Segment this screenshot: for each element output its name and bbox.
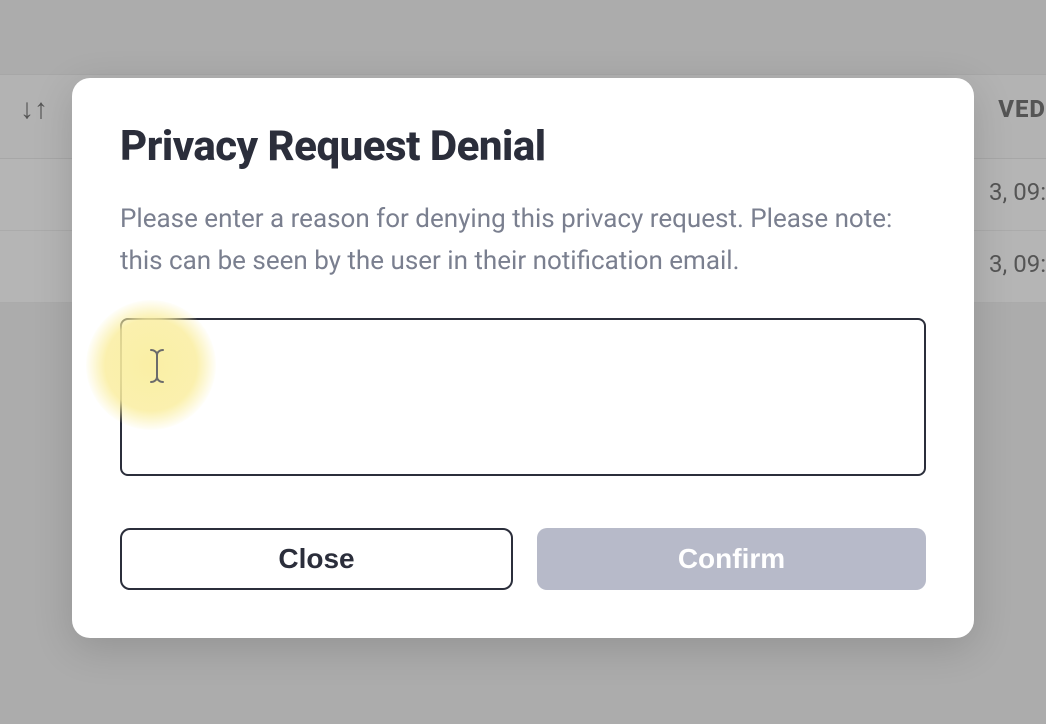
privacy-denial-modal: Privacy Request Denial Please enter a re… [72, 78, 974, 638]
denial-reason-input[interactable] [120, 318, 926, 476]
confirm-button[interactable]: Confirm [537, 528, 926, 590]
modal-title: Privacy Request Denial [120, 122, 926, 171]
modal-description: Please enter a reason for denying this p… [120, 199, 926, 282]
modal-button-row: Close Confirm [120, 528, 926, 590]
close-button[interactable]: Close [120, 528, 513, 590]
